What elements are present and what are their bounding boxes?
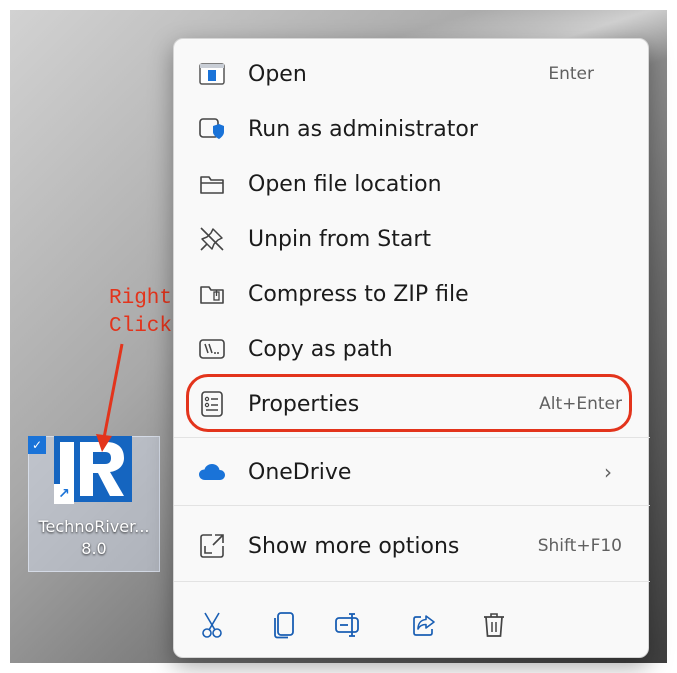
cloud-icon xyxy=(198,458,226,486)
menu-item-unpin-from-start[interactable]: Unpin from Start xyxy=(182,213,642,265)
cut-icon xyxy=(202,612,222,638)
menu-item-show-more-options[interactable]: Show more options Shift+F10 xyxy=(182,520,642,572)
context-menu: Open Enter Run as administrator Open fil… xyxy=(173,38,650,658)
copy-button[interactable] xyxy=(268,609,300,641)
desktop-icon-caption[interactable]: TechnoRiver... 8.0 xyxy=(28,516,160,560)
shortcut-arrow-icon: ↗ xyxy=(54,484,74,504)
selection-checkbox-icon[interactable]: ✓ xyxy=(28,436,46,454)
quick-action-bar xyxy=(174,595,650,655)
copy-path-icon xyxy=(198,335,226,363)
menu-item-open[interactable]: Open Enter xyxy=(182,48,642,100)
show-more-icon xyxy=(198,532,226,560)
menu-item-label: OneDrive xyxy=(248,459,352,485)
right-click-annotation: Right Click xyxy=(108,287,172,338)
menu-item-onedrive[interactable]: OneDrive › xyxy=(182,446,642,498)
zip-folder-icon xyxy=(198,280,226,308)
logo-letter-r xyxy=(80,442,124,496)
menu-item-label: Run as administrator xyxy=(248,116,478,142)
chevron-right-icon: › xyxy=(604,460,612,484)
menu-item-shortcut: Enter xyxy=(548,64,594,84)
copy-icon xyxy=(274,612,294,639)
menu-item-label: Copy as path xyxy=(248,336,393,362)
menu-item-label: Open file location xyxy=(248,171,442,197)
menu-item-compress-to-zip[interactable]: Compress to ZIP file xyxy=(182,268,642,320)
rename-button[interactable] xyxy=(332,609,364,641)
menu-item-label: Open xyxy=(248,61,307,87)
menu-item-label: Show more options xyxy=(248,533,460,559)
share-button[interactable] xyxy=(408,609,440,641)
cut-button[interactable] xyxy=(196,609,228,641)
open-app-icon xyxy=(198,60,226,88)
menu-item-copy-as-path[interactable]: Copy as path xyxy=(182,323,642,375)
menu-item-shortcut: Shift+F10 xyxy=(537,536,622,556)
desktop-icon-label: TechnoRiver... xyxy=(38,517,150,536)
folder-icon xyxy=(198,170,226,198)
share-icon xyxy=(413,615,435,636)
menu-item-label: Unpin from Start xyxy=(248,226,431,252)
menu-separator xyxy=(174,505,650,506)
properties-highlight-annotation xyxy=(186,374,632,432)
shield-admin-icon xyxy=(198,115,226,143)
menu-separator xyxy=(174,581,650,582)
unpin-icon xyxy=(198,225,226,253)
menu-item-label: Compress to ZIP file xyxy=(248,281,469,307)
delete-button[interactable] xyxy=(478,609,510,641)
desktop-icon-version: 8.0 xyxy=(81,539,107,558)
delete-icon xyxy=(484,613,504,637)
menu-item-run-as-administrator[interactable]: Run as administrator xyxy=(182,103,642,155)
rename-icon xyxy=(335,613,359,637)
menu-separator xyxy=(174,437,650,438)
menu-item-open-file-location[interactable]: Open file location xyxy=(182,158,642,210)
